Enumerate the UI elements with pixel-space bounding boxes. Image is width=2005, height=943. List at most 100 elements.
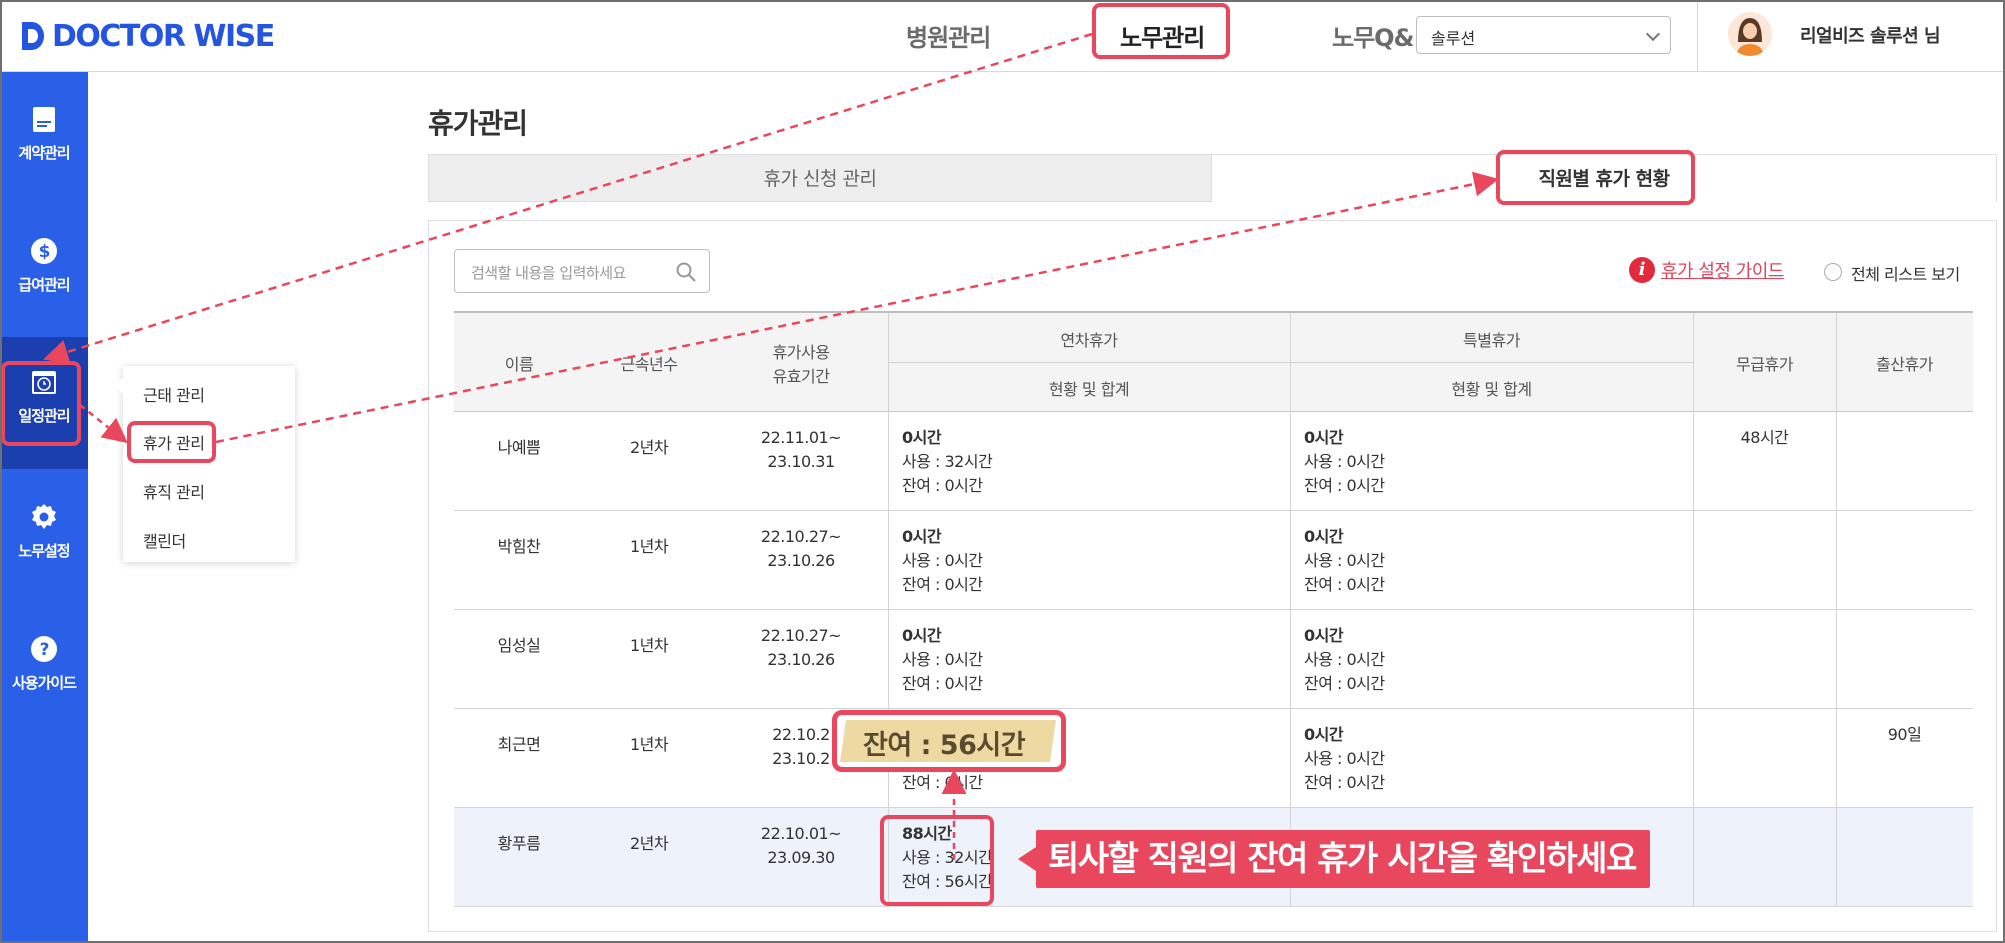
submenu-absence[interactable]: 휴직 관리 — [143, 479, 205, 503]
submenu-calendar[interactable]: 캘린더 — [143, 528, 186, 552]
nav-labor-qa[interactable]: 노무Q& — [1332, 18, 1414, 53]
cell-special-used: 사용 : 0시간 — [1304, 551, 1385, 570]
sidebar-item-labor-settings[interactable]: 노무설정 — [0, 502, 88, 561]
user-name[interactable]: 리얼비즈 솔루션 님 — [1800, 22, 1941, 48]
sidebar-item-contract[interactable]: 계약관리 — [0, 104, 88, 163]
submenu-attendance[interactable]: 근태 관리 — [143, 382, 205, 406]
cell-annual-total: 0시간 — [902, 527, 942, 546]
document-icon — [33, 107, 55, 132]
cell-valid-to: 23.10.26 — [767, 650, 835, 669]
sidebar-item-label: 사용가이드 — [11, 674, 77, 692]
th-maternity: 출산휴가 — [1876, 355, 1933, 374]
logo[interactable]: DOCTOR WISE — [20, 18, 275, 54]
tab-bar: 휴가 신청 관리 직원별 휴가 현황 — [428, 154, 1997, 202]
info-icon: i — [1629, 257, 1655, 283]
nav-hospital-management[interactable]: 병원관리 — [906, 18, 991, 53]
table-row[interactable]: 나예쁨 2년차 22.11.01~ 23.10.31 0시간사용 : 32시간잔여 : … — [454, 412, 1973, 511]
table-row[interactable]: 박힘찬 1년차 22.10.27~ 23.10.26 0시간사용 : 0시간잔여 : 0… — [454, 511, 1973, 610]
page-title: 휴가관리 — [428, 107, 528, 140]
cell-tenure: 1년차 — [629, 537, 669, 556]
solution-select[interactable]: 솔루션 — [1416, 16, 1671, 54]
th-unpaid: 무급휴가 — [1736, 355, 1793, 374]
annotation-box-schedule — [1, 361, 81, 446]
cell-valid-from: 22.11.01~ — [760, 428, 842, 447]
cell-annual-left: 잔여 : 0시간 — [902, 773, 983, 792]
cell-special-left: 잔여 : 0시간 — [1304, 674, 1385, 693]
column-divider — [1290, 313, 1291, 907]
tab-leave-requests[interactable]: 휴가 신청 관리 — [428, 154, 1212, 202]
callout-text: 퇴사할 직원의 잔여 휴가 시간을 확인하세요 — [1048, 839, 1637, 879]
search-input[interactable]: 검색할 내용을 입력하세요 — [454, 249, 710, 293]
svg-text:$: $ — [39, 242, 50, 262]
header-divider — [1697, 0, 1698, 72]
cell-annual-left: 잔여 : 0시간 — [902, 476, 983, 495]
sidebar-item-payroll[interactable]: $ 급여관리 — [0, 236, 88, 295]
cell-tenure: 1년차 — [629, 636, 669, 655]
sidebar: 계약관리 $ 급여관리 일정관리 노무설정 ? 사용가이드 — [0, 72, 88, 943]
cell-annual-used: 사용 : 32시간 — [902, 452, 993, 471]
table-header: 이름 근속년수 휴가사용 유효기간 연차휴가 현황 및 합계 특별휴가 현황 및… — [454, 313, 1973, 412]
guide-link[interactable]: 휴가 설정 가이드 — [1661, 257, 1784, 283]
cell-valid-from: 22.10.27~ — [760, 626, 842, 645]
th-annual-sub: 현황 및 합계 — [1048, 380, 1130, 399]
cell-tenure: 2년차 — [629, 438, 669, 457]
chevron-down-icon — [1645, 26, 1661, 42]
cell-valid-to: 23.10.31 — [767, 452, 835, 471]
column-divider — [1693, 313, 1694, 907]
cell-valid-from: 22.10.01~ — [760, 824, 842, 843]
search-icon[interactable] — [675, 261, 697, 283]
cell-special-used: 사용 : 0시간 — [1304, 452, 1385, 471]
cell-annual-left: 잔여 : 0시간 — [902, 674, 983, 693]
cell-valid-to: 23.10.26 — [767, 551, 835, 570]
leave-setting-guide[interactable]: i 휴가 설정 가이드 — [1629, 257, 1784, 283]
cell-tenure: 1년차 — [629, 735, 669, 754]
cell-special-total: 0시간 — [1304, 527, 1344, 546]
th-tenure: 근속년수 — [620, 355, 678, 374]
question-icon: ? — [31, 636, 57, 662]
th-annual: 연차휴가 — [1060, 331, 1118, 350]
th-valid-line2: 유효기간 — [772, 367, 830, 386]
svg-text:?: ? — [40, 640, 49, 660]
cell-name: 나예쁨 — [497, 438, 541, 457]
search-placeholder: 검색할 내용을 입력하세요 — [471, 264, 626, 282]
annotation-box-leave-menu — [127, 421, 216, 463]
sidebar-item-label: 노무설정 — [18, 542, 70, 560]
cell-name: 박힘찬 — [497, 537, 541, 556]
cell-annual-left: 잔여 : 0시간 — [902, 575, 983, 594]
column-divider — [1836, 313, 1837, 907]
callout-arrow — [1018, 847, 1036, 871]
gear-icon — [32, 504, 56, 529]
cell-valid-from: 22.10.27~ — [760, 527, 842, 546]
show-all-radio[interactable] — [1824, 263, 1842, 281]
leave-table: 이름 근속년수 휴가사용 유효기간 연차휴가 현황 및 합계 특별휴가 현황 및… — [454, 311, 1973, 907]
cell-special-total: 0시간 — [1304, 428, 1344, 447]
content-panel: 검색할 내용을 입력하세요 i 휴가 설정 가이드 전체 리스트 보기 이름 근… — [428, 220, 1997, 932]
th-name: 이름 — [504, 355, 534, 374]
avatar[interactable] — [1728, 12, 1772, 56]
cell-valid-to: 23.09.30 — [767, 848, 835, 867]
cell-annual-used: 사용 : 0시간 — [902, 650, 983, 669]
annotation-box-labor-nav — [1092, 3, 1230, 59]
annotation-box-employee-tab — [1496, 150, 1695, 205]
th-valid-line1: 휴가사용 — [772, 343, 830, 362]
cell-special-used: 사용 : 0시간 — [1304, 749, 1385, 768]
sidebar-item-label: 급여관리 — [18, 276, 70, 294]
show-all-label[interactable]: 전체 리스트 보기 — [1851, 261, 1960, 285]
cell-name: 황푸름 — [497, 834, 541, 853]
sidebar-item-label: 계약관리 — [18, 144, 70, 162]
annotation-box-remaining — [880, 815, 994, 906]
table-row[interactable]: 임성실 1년차 22.10.27~ 23.10.26 0시간사용 : 0시간잔여 : 0… — [454, 610, 1973, 709]
table-row[interactable]: 최근면 1년차 22.10.2 23.10.2 잔여 : 0시간 0시간 사용 : 0시간 잔… — [454, 709, 1973, 808]
cell-annual-used: 사용 : 0시간 — [902, 551, 983, 570]
logo-text: DOCTOR WISE — [52, 18, 275, 54]
cell-annual-total: 0시간 — [902, 428, 942, 447]
logo-d-icon — [22, 22, 44, 50]
cell-maternity: 90일 — [1887, 725, 1922, 744]
zoom-tooltip: 잔여 : 56시간 — [832, 710, 1066, 772]
cell-name: 임성실 — [497, 636, 541, 655]
cell-annual-total: 0시간 — [902, 626, 942, 645]
cell-name: 최근면 — [497, 735, 541, 754]
cell-unpaid: 48시간 — [1740, 428, 1789, 447]
zoom-tooltip-text: 잔여 : 56시간 — [863, 730, 1026, 761]
sidebar-item-user-guide[interactable]: ? 사용가이드 — [0, 634, 88, 693]
